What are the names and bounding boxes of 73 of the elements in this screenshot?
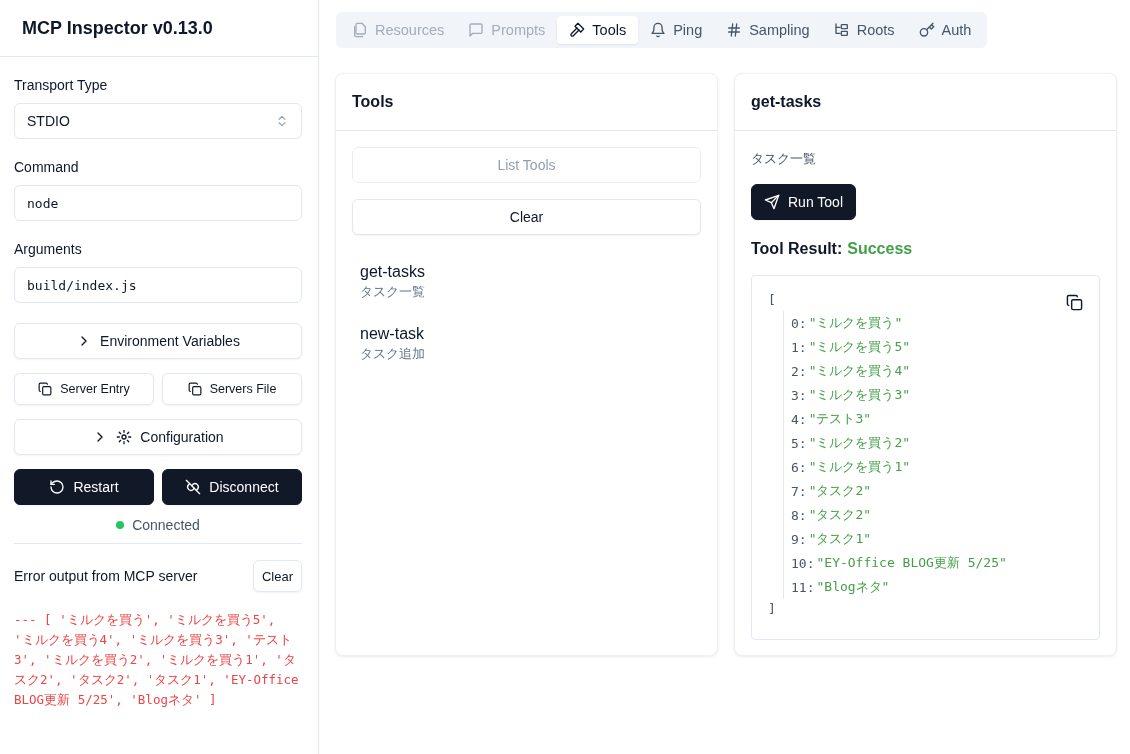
- clear-button[interactable]: Clear: [252, 560, 302, 592]
- result-label: Tool Result:: [751, 240, 843, 258]
- array-index: 2:: [791, 363, 807, 379]
- field-label: Command: [14, 159, 80, 175]
- restart-button[interactable]: Restart: [14, 469, 154, 505]
- copy-icon: [38, 382, 53, 396]
- string-value: "EY-Office BLOG更新 5/25": [816, 554, 1007, 572]
- run-tool-button[interactable]: Run Tool: [751, 184, 856, 220]
- chat-icon: [468, 22, 485, 38]
- hash-icon: [726, 22, 743, 38]
- key-icon: [918, 22, 935, 38]
- bell-icon: [650, 22, 667, 38]
- error-output-text: --- [ 'ミルクを買う', 'ミルクを買う5', 'ミルクを買う4', 'ミルクを買う3', 'テスト3', 'ミルクを買う2', 'ミルクを買う1', 'タスク2', 'タスク2', 'タスク1', 'EY-Office BLOG更新 5/25', 'Blogネタ' ]: [14, 611, 300, 709]
- tool-name[interactable]: new-task: [360, 325, 693, 343]
- tab[interactable]: Auth: [906, 16, 984, 44]
- array-index: 0:: [791, 315, 807, 331]
- text-field[interactable]: node: [14, 185, 302, 221]
- card-title: get-tasks: [735, 74, 1116, 131]
- field-label: Transport Type: [14, 77, 109, 93]
- string-value: "タスク1": [808, 530, 872, 548]
- send-icon: [764, 194, 780, 210]
- copy-icon: [187, 382, 202, 396]
- string-value: "テスト3": [808, 410, 872, 428]
- string-value: "タスク2": [808, 482, 872, 500]
- copy-icon[interactable]: [1066, 294, 1083, 311]
- array-index: 7:: [791, 483, 807, 499]
- array-index: 3:: [791, 387, 807, 403]
- hammer-icon: [569, 22, 586, 38]
- tab[interactable]: Sampling: [714, 16, 822, 44]
- settings-icon: [116, 429, 133, 445]
- copy-button[interactable]: Server Entry: [14, 373, 154, 405]
- error-output-title: Error output from MCP server: [14, 568, 198, 584]
- folder-tree-icon: [833, 22, 850, 38]
- string-value: "ミルクを買う1": [808, 458, 911, 476]
- field-label: Arguments: [14, 241, 83, 257]
- array-index: 11:: [791, 579, 815, 595]
- bracket: [: [768, 292, 776, 307]
- string-value: "タスク2": [808, 506, 872, 524]
- string-value: "Blogネタ": [816, 578, 890, 596]
- tool-description: タスク一覧: [751, 151, 817, 168]
- environment-variables-button[interactable]: Environment Variables: [14, 323, 302, 359]
- tab[interactable]: Roots: [821, 16, 907, 44]
- string-value: "ミルクを買う": [808, 314, 903, 332]
- text-field[interactable]: build/index.js: [14, 267, 302, 303]
- app-title: MCP Inspector v0.13.0: [0, 0, 318, 57]
- string-value: "ミルクを買う2": [808, 434, 911, 452]
- tab[interactable]: Tools: [557, 16, 639, 44]
- restart-icon: [49, 479, 66, 495]
- array-index: 10:: [791, 555, 815, 571]
- disconnect-button[interactable]: Disconnect: [162, 469, 302, 505]
- array-index: 8:: [791, 507, 807, 523]
- unplug-icon: [185, 479, 202, 495]
- array-index: 9:: [791, 531, 807, 547]
- card-title: Tools: [336, 74, 717, 131]
- array-index: 6:: [791, 459, 807, 475]
- configuration-button[interactable]: Configuration: [14, 419, 302, 455]
- string-value: "ミルクを買う4": [808, 362, 911, 380]
- string-value: "ミルクを買う3": [808, 386, 911, 404]
- copy-button[interactable]: Servers File: [162, 373, 302, 405]
- tool-description: タスク一覧: [360, 284, 426, 301]
- tool-description: タスク追加: [360, 346, 426, 363]
- connection-status: Connected: [132, 517, 200, 533]
- result-status: Success: [847, 240, 913, 258]
- array-index: 5:: [791, 435, 807, 451]
- clear-button[interactable]: Clear: [352, 199, 701, 235]
- string-value: "ミルクを買う5": [808, 338, 911, 356]
- select-field[interactable]: STDIO: [14, 103, 302, 139]
- array-index: 4:: [791, 411, 807, 427]
- files-icon: [352, 22, 368, 38]
- array-index: 1:: [791, 339, 807, 355]
- tab[interactable]: Ping: [638, 16, 715, 44]
- tool-name[interactable]: get-tasks: [360, 263, 693, 281]
- bracket: ]: [768, 601, 776, 616]
